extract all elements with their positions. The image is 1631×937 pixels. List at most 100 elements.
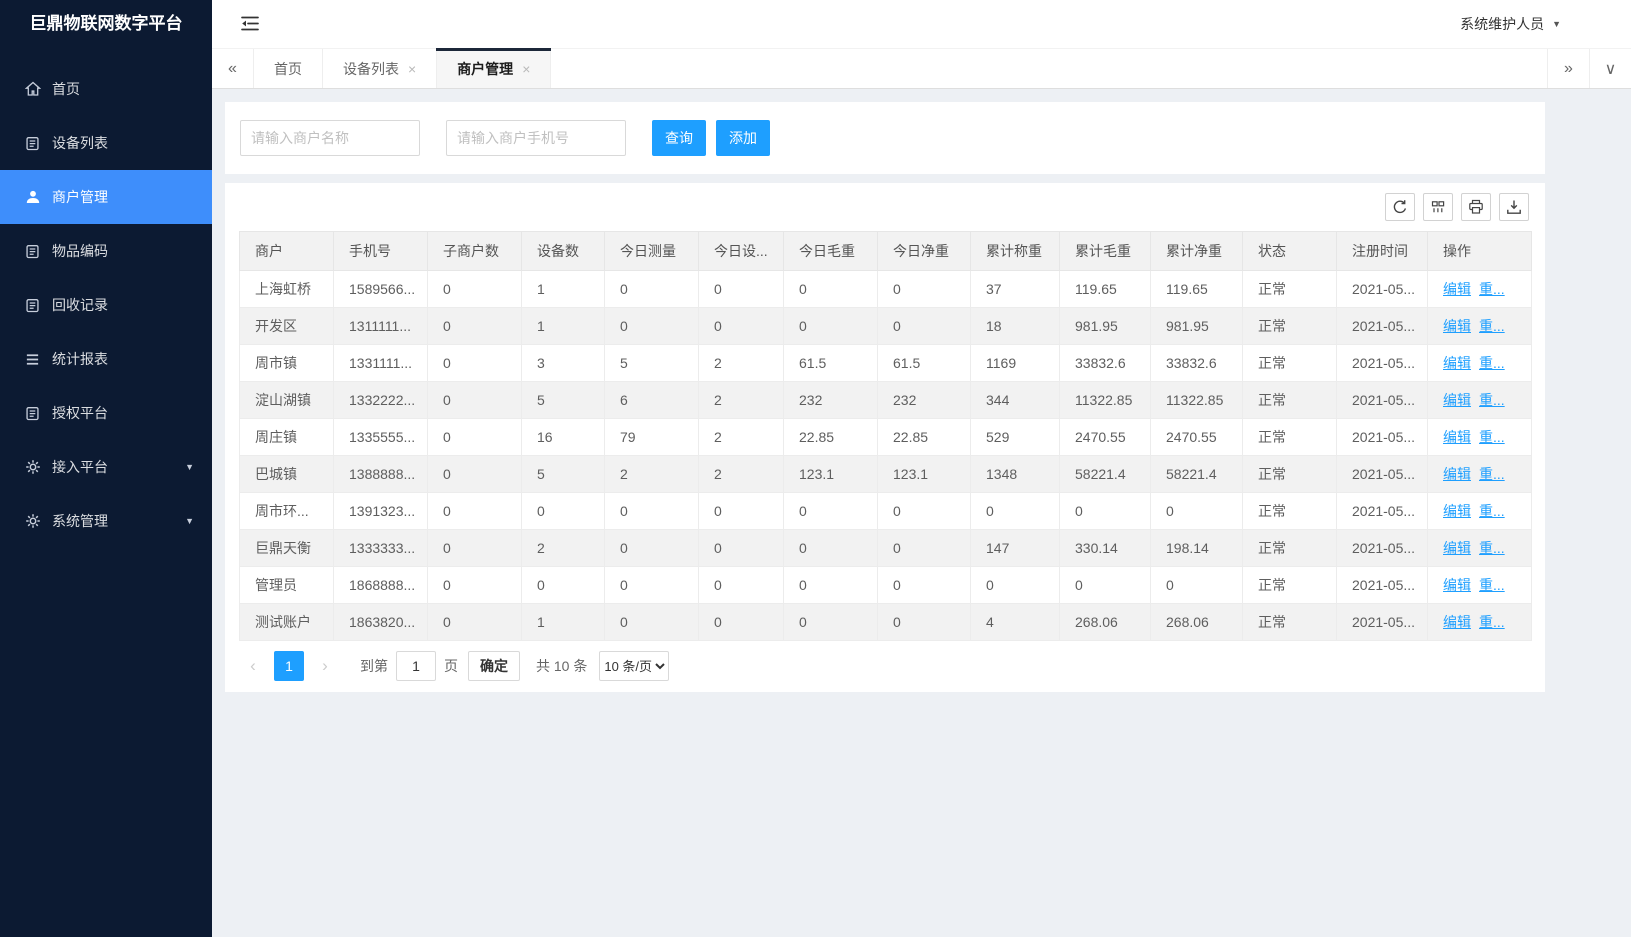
reset-link[interactable]: 重... — [1479, 281, 1505, 297]
table-row: 开发区1311111...01000018981.95981.95正常2021-… — [240, 308, 1532, 345]
user-name: 系统维护人员 — [1460, 14, 1544, 34]
edit-link[interactable]: 编辑 — [1443, 614, 1471, 630]
tab-merchant-mgmt[interactable]: 商户管理× — [437, 49, 551, 88]
edit-link[interactable]: 编辑 — [1443, 281, 1471, 297]
refresh-icon[interactable] — [1385, 193, 1415, 221]
table-row: 周庄镇1335555...01679222.8522.855292470.552… — [240, 419, 1532, 456]
table-cell: 0 — [784, 530, 878, 567]
reset-link[interactable]: 重... — [1479, 466, 1505, 482]
table-cell: 2021-05... — [1337, 419, 1428, 456]
table-cell: 18 — [971, 308, 1060, 345]
content-area: 查询 添加 商户手机号子商户数设备数今日测量今日设...今日毛重今日净重累计称重… — [212, 90, 1631, 937]
tab-device-list[interactable]: 设备列表× — [323, 49, 437, 88]
reset-link[interactable]: 重... — [1479, 318, 1505, 334]
tabs-menu-icon[interactable]: ∨ — [1589, 49, 1631, 88]
print-icon[interactable] — [1461, 193, 1491, 221]
table-row: 淀山湖镇1332222...056223223234411322.8511322… — [240, 382, 1532, 419]
sidebar-item-stats-report[interactable]: 统计报表 — [0, 332, 212, 386]
sidebar-item-label: 系统管理 — [52, 511, 108, 531]
pagination: ‹ 1 › 到第 页 确定 共 10 条 10 条/页 — [239, 641, 1531, 691]
reset-link[interactable]: 重... — [1479, 614, 1505, 630]
table-cell: 正常 — [1243, 382, 1337, 419]
edit-link[interactable]: 编辑 — [1443, 355, 1471, 371]
sidebar-item-home[interactable]: 首页 — [0, 62, 212, 116]
table-cell: 周市镇 — [240, 345, 334, 382]
table-row: 周市镇1331111...035261.561.5116933832.63383… — [240, 345, 1532, 382]
table-panel: 商户手机号子商户数设备数今日测量今日设...今日毛重今日净重累计称重累计毛重累计… — [225, 183, 1545, 692]
sidebar-item-recycle-records[interactable]: 回收记录 — [0, 278, 212, 332]
column-header: 今日毛重 — [784, 232, 878, 271]
table-cell: 1 — [522, 308, 605, 345]
reset-link[interactable]: 重... — [1479, 503, 1505, 519]
reset-link[interactable]: 重... — [1479, 429, 1505, 445]
column-header: 状态 — [1243, 232, 1337, 271]
column-header: 设备数 — [522, 232, 605, 271]
tabs-scroll-left-icon[interactable]: « — [212, 49, 254, 88]
tab-home[interactable]: 首页 — [254, 49, 323, 88]
query-button[interactable]: 查询 — [652, 120, 706, 156]
sidebar-item-item-code[interactable]: 物品编码 — [0, 224, 212, 278]
table-cell: 5 — [522, 382, 605, 419]
pagination-prev-icon[interactable]: ‹ — [240, 651, 266, 681]
table-cell: 79 — [605, 419, 699, 456]
edit-link[interactable]: 编辑 — [1443, 429, 1471, 445]
table-cell: 1388888... — [334, 456, 428, 493]
edit-link[interactable]: 编辑 — [1443, 318, 1471, 334]
sidebar-item-auth-platform[interactable]: 授权平台 — [0, 386, 212, 440]
table-row: 巨鼎天衡1333333...020000147330.14198.14正常202… — [240, 530, 1532, 567]
table-cell: 巴城镇 — [240, 456, 334, 493]
table-cell: 0 — [605, 567, 699, 604]
tabs-scroll-right-icon[interactable]: » — [1547, 49, 1589, 88]
table-cell: 0 — [784, 271, 878, 308]
edit-link[interactable]: 编辑 — [1443, 540, 1471, 556]
table-cell: 2021-05... — [1337, 456, 1428, 493]
table-cell: 22.85 — [878, 419, 971, 456]
columns-icon[interactable] — [1423, 193, 1453, 221]
edit-link[interactable]: 编辑 — [1443, 392, 1471, 408]
sidebar-item-device-list[interactable]: 设备列表 — [0, 116, 212, 170]
edit-link[interactable]: 编辑 — [1443, 503, 1471, 519]
reset-link[interactable]: 重... — [1479, 355, 1505, 371]
sidebar-item-system-mgmt[interactable]: 系统管理▼ — [0, 494, 212, 548]
sidebar-item-label: 统计报表 — [52, 349, 108, 369]
merchant-name-input[interactable] — [240, 120, 420, 156]
sidebar-item-label: 回收记录 — [52, 295, 108, 315]
table-cell: 巨鼎天衡 — [240, 530, 334, 567]
user-menu[interactable]: 系统维护人员 ▼ — [1460, 0, 1561, 48]
close-icon[interactable]: × — [522, 61, 530, 77]
table-cell: 周市环... — [240, 493, 334, 530]
export-icon[interactable] — [1499, 193, 1529, 221]
table-cell: 0 — [428, 271, 522, 308]
table-cell: 2 — [522, 530, 605, 567]
table-cell: 11322.85 — [1151, 382, 1243, 419]
sidebar-item-access-platform[interactable]: 接入平台▼ — [0, 440, 212, 494]
close-icon[interactable]: × — [408, 61, 416, 77]
table-cell: 0 — [428, 493, 522, 530]
collapse-sidebar-icon[interactable] — [240, 15, 260, 32]
pagination-next-icon[interactable]: › — [312, 651, 338, 681]
pagination-goto-input[interactable] — [396, 651, 436, 681]
table-cell: 37 — [971, 271, 1060, 308]
reset-link[interactable]: 重... — [1479, 392, 1505, 408]
table-cell-actions: 编辑重... — [1428, 308, 1532, 345]
pagination-confirm-button[interactable]: 确定 — [468, 651, 520, 681]
table-cell: 0 — [522, 567, 605, 604]
table-cell: 0 — [428, 456, 522, 493]
table-cell: 2021-05... — [1337, 530, 1428, 567]
table-cell: 0 — [878, 493, 971, 530]
table-cell: 0 — [784, 567, 878, 604]
sidebar-item-merchant-mgmt[interactable]: 商户管理 — [0, 170, 212, 224]
page-size-select[interactable]: 10 条/页 — [599, 651, 669, 681]
pagination-page-1[interactable]: 1 — [274, 651, 304, 681]
home-icon — [24, 81, 41, 98]
reset-link[interactable]: 重... — [1479, 577, 1505, 593]
merchant-phone-input[interactable] — [446, 120, 626, 156]
table-cell: 0 — [1060, 567, 1151, 604]
table-cell: 正常 — [1243, 567, 1337, 604]
table-cell: 0 — [522, 493, 605, 530]
add-button[interactable]: 添加 — [716, 120, 770, 156]
table-cell: 测试账户 — [240, 604, 334, 641]
edit-link[interactable]: 编辑 — [1443, 466, 1471, 482]
edit-link[interactable]: 编辑 — [1443, 577, 1471, 593]
reset-link[interactable]: 重... — [1479, 540, 1505, 556]
